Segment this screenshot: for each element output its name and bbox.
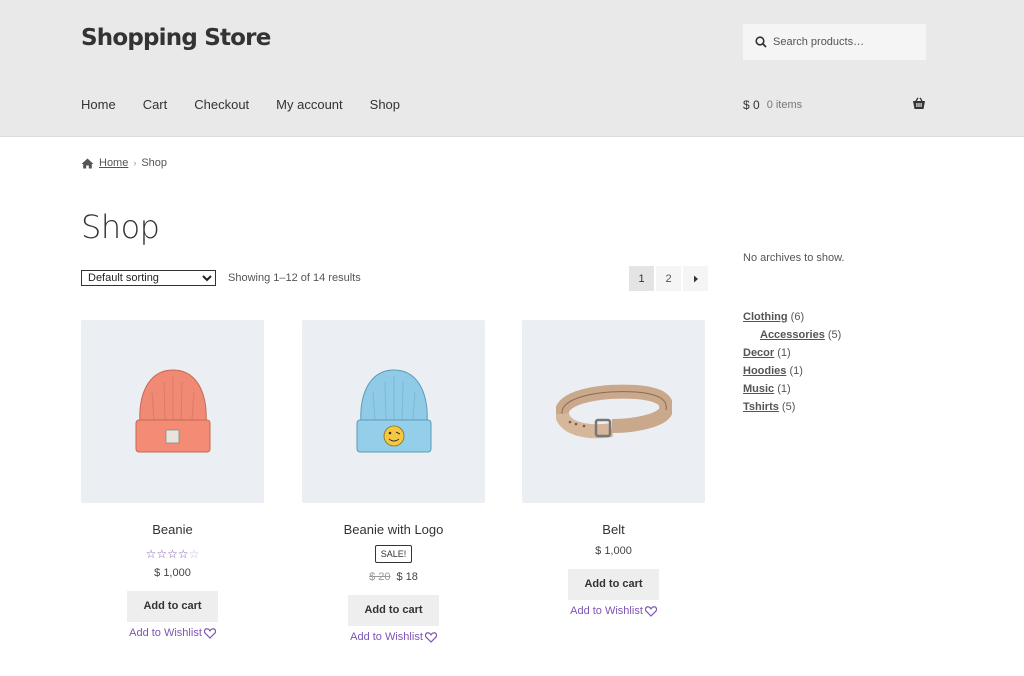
- add-to-cart-button[interactable]: Add to cart: [127, 591, 218, 622]
- categories-widget: Clothing (6) Accessories (5) Decor (1) H…: [743, 310, 841, 418]
- cart-count: 0 items: [766, 99, 803, 111]
- archives-widget: No archives to show.: [743, 252, 845, 264]
- star-icon: ☆: [177, 547, 189, 561]
- search-icon: [755, 36, 767, 48]
- chevron-right-icon: ›: [133, 158, 137, 168]
- search-box[interactable]: [743, 24, 926, 60]
- product-card-beanie: Beanie ☆ ☆ ☆ ☆ ☆ $ 1,000 Add to cart Add…: [81, 320, 264, 639]
- sale-badge: SALE!: [374, 545, 413, 563]
- star-rating: ☆ ☆ ☆ ☆ ☆: [81, 547, 264, 561]
- header-cart[interactable]: $ 0 0 items: [743, 97, 926, 112]
- caret-right-icon: [693, 275, 698, 282]
- nav-cart[interactable]: Cart: [143, 97, 168, 112]
- pagination: 1 2: [629, 266, 710, 291]
- category-item-accessories: Accessories (5): [743, 328, 841, 346]
- add-to-wishlist-link[interactable]: Add to Wishlist: [81, 627, 264, 639]
- heart-icon: [424, 631, 437, 643]
- beanie-image: [135, 368, 210, 452]
- category-item-hoodies: Hoodies (1): [743, 364, 841, 382]
- product-price: $ 1,000: [154, 567, 191, 579]
- category-link[interactable]: Hoodies: [743, 365, 786, 377]
- product-image[interactable]: [81, 320, 264, 503]
- wishlist-label: Add to Wishlist: [570, 605, 643, 617]
- category-count: (1): [777, 347, 791, 359]
- star-icon: ☆: [145, 547, 157, 561]
- category-count: (5): [827, 329, 842, 341]
- page-title: Shop: [81, 208, 160, 246]
- star-icon: ☆: [156, 547, 168, 561]
- page-1-button[interactable]: 1: [629, 266, 654, 291]
- breadcrumb-current: Shop: [141, 157, 168, 169]
- category-count: (5): [781, 401, 796, 413]
- add-to-wishlist-link[interactable]: Add to Wishlist: [302, 631, 485, 643]
- basket-icon: [913, 97, 925, 109]
- add-to-cart-button[interactable]: Add to cart: [568, 569, 659, 600]
- product-card-beanie-with-logo: Beanie with Logo SALE! $ 20 $ 18 Add to c…: [302, 320, 485, 643]
- star-icon: ☆: [167, 547, 178, 561]
- category-item-music: Music (1): [743, 382, 841, 400]
- category-count: (1): [789, 365, 803, 377]
- belt-image: [555, 384, 672, 438]
- product-image[interactable]: [522, 320, 705, 503]
- home-icon: [81, 158, 94, 168]
- site-title[interactable]: Shopping Store: [81, 25, 271, 51]
- nav-home[interactable]: Home: [81, 97, 116, 112]
- sorting-select[interactable]: Default sorting: [81, 270, 216, 286]
- category-link[interactable]: Accessories: [760, 329, 825, 341]
- heart-icon: [203, 627, 216, 639]
- category-link[interactable]: Decor: [743, 347, 774, 359]
- cart-total: $ 0: [743, 98, 760, 112]
- product-image[interactable]: [302, 320, 485, 503]
- wishlist-label: Add to Wishlist: [350, 631, 423, 643]
- product-title[interactable]: Beanie: [81, 522, 264, 537]
- heart-icon: [644, 605, 657, 617]
- product-card-belt: Belt $ 1,000 Add to cart Add to Wishlist: [522, 320, 705, 617]
- category-link[interactable]: Tshirts: [743, 401, 779, 413]
- category-link[interactable]: Music: [743, 383, 774, 395]
- site-header: Shopping Store Home Cart Checkout My acc…: [0, 0, 1024, 137]
- breadcrumb-home-link[interactable]: Home: [99, 157, 128, 169]
- category-link[interactable]: Clothing: [743, 311, 788, 323]
- add-to-wishlist-link[interactable]: Add to Wishlist: [522, 605, 705, 617]
- category-count: (6): [790, 311, 805, 323]
- product-price: $ 20 $ 18: [302, 571, 485, 583]
- breadcrumb: Home › Shop: [81, 157, 167, 169]
- nav-my-account[interactable]: My account: [276, 97, 342, 112]
- category-item-tshirts: Tshirts (5): [743, 400, 841, 418]
- primary-nav: Home Cart Checkout My account Shop: [81, 97, 427, 112]
- category-item-decor: Decor (1): [743, 346, 841, 364]
- product-title[interactable]: Beanie with Logo: [302, 522, 485, 537]
- result-count: Showing 1–12 of 14 results: [228, 272, 361, 284]
- add-to-cart-button[interactable]: Add to cart: [348, 595, 439, 626]
- wishlist-label: Add to Wishlist: [129, 627, 202, 639]
- regular-price: $ 20: [369, 571, 391, 583]
- search-input[interactable]: [773, 36, 913, 48]
- nav-shop[interactable]: Shop: [370, 97, 400, 112]
- category-item-clothing: Clothing (6): [743, 310, 841, 328]
- product-price: $ 1,000: [595, 545, 632, 557]
- beanie-with-logo-image: [356, 368, 431, 452]
- page-2-button[interactable]: 2: [656, 266, 681, 291]
- category-count: (1): [777, 383, 791, 395]
- product-title[interactable]: Belt: [522, 522, 705, 537]
- next-page-button[interactable]: [683, 266, 708, 291]
- star-icon: ☆: [188, 547, 200, 561]
- nav-checkout[interactable]: Checkout: [194, 97, 249, 112]
- sale-price: $ 18: [396, 571, 418, 583]
